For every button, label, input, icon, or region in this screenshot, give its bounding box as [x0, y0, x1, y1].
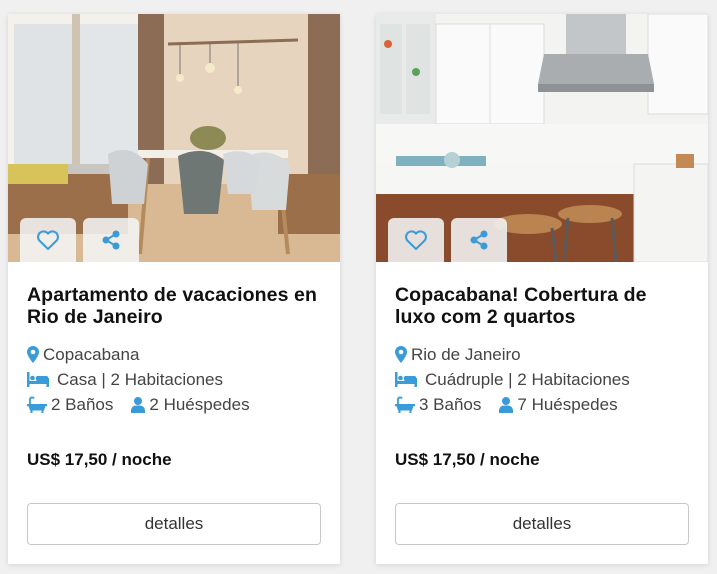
location-pin-icon — [395, 346, 407, 363]
listing-price: US$ 17,50 / noche — [27, 450, 172, 469]
location-pin-icon — [27, 346, 39, 363]
listing-type-rooms: Casa | 2 Habitaciones — [57, 369, 224, 389]
listing-card: Apartamento de vacaciones en Rio de Jane… — [8, 14, 340, 564]
bathtub-icon — [395, 396, 415, 413]
listing-guests: 2 Huéspedes — [149, 394, 250, 414]
share-button[interactable] — [83, 218, 139, 262]
share-icon — [102, 230, 120, 250]
heart-icon — [37, 230, 59, 250]
guest-user-icon — [131, 396, 146, 413]
listing-card: Copacabana! Cobertura de luxo com 2 quar… — [376, 14, 708, 564]
favorite-button[interactable] — [20, 218, 76, 262]
listing-photo-kitchen[interactable] — [376, 14, 708, 262]
listing-title[interactable]: Apartamento de vacaciones en Rio de Jane… — [27, 284, 321, 328]
share-icon — [470, 230, 488, 250]
listing-photo-dining-room[interactable] — [8, 14, 340, 262]
listing-price: US$ 17,50 / noche — [395, 450, 540, 469]
listing-baths: 3 Baños — [419, 394, 482, 414]
listing-location: Copacabana — [43, 344, 140, 364]
share-button[interactable] — [451, 218, 507, 262]
listing-title[interactable]: Copacabana! Cobertura de luxo com 2 quar… — [395, 284, 689, 328]
guest-user-icon — [499, 396, 514, 413]
listing-baths: 2 Baños — [51, 394, 114, 414]
listing-location: Rio de Janeiro — [411, 344, 521, 364]
bed-icon — [395, 372, 417, 387]
details-button[interactable]: detalles — [395, 503, 689, 545]
listing-guests: 7 Huéspedes — [517, 394, 618, 414]
bed-icon — [27, 372, 49, 387]
heart-icon — [405, 230, 427, 250]
listing-type-rooms: Cuádruple | 2 Habitaciones — [425, 369, 630, 389]
bathtub-icon — [27, 396, 47, 413]
details-button[interactable]: detalles — [27, 503, 321, 545]
favorite-button[interactable] — [388, 218, 444, 262]
